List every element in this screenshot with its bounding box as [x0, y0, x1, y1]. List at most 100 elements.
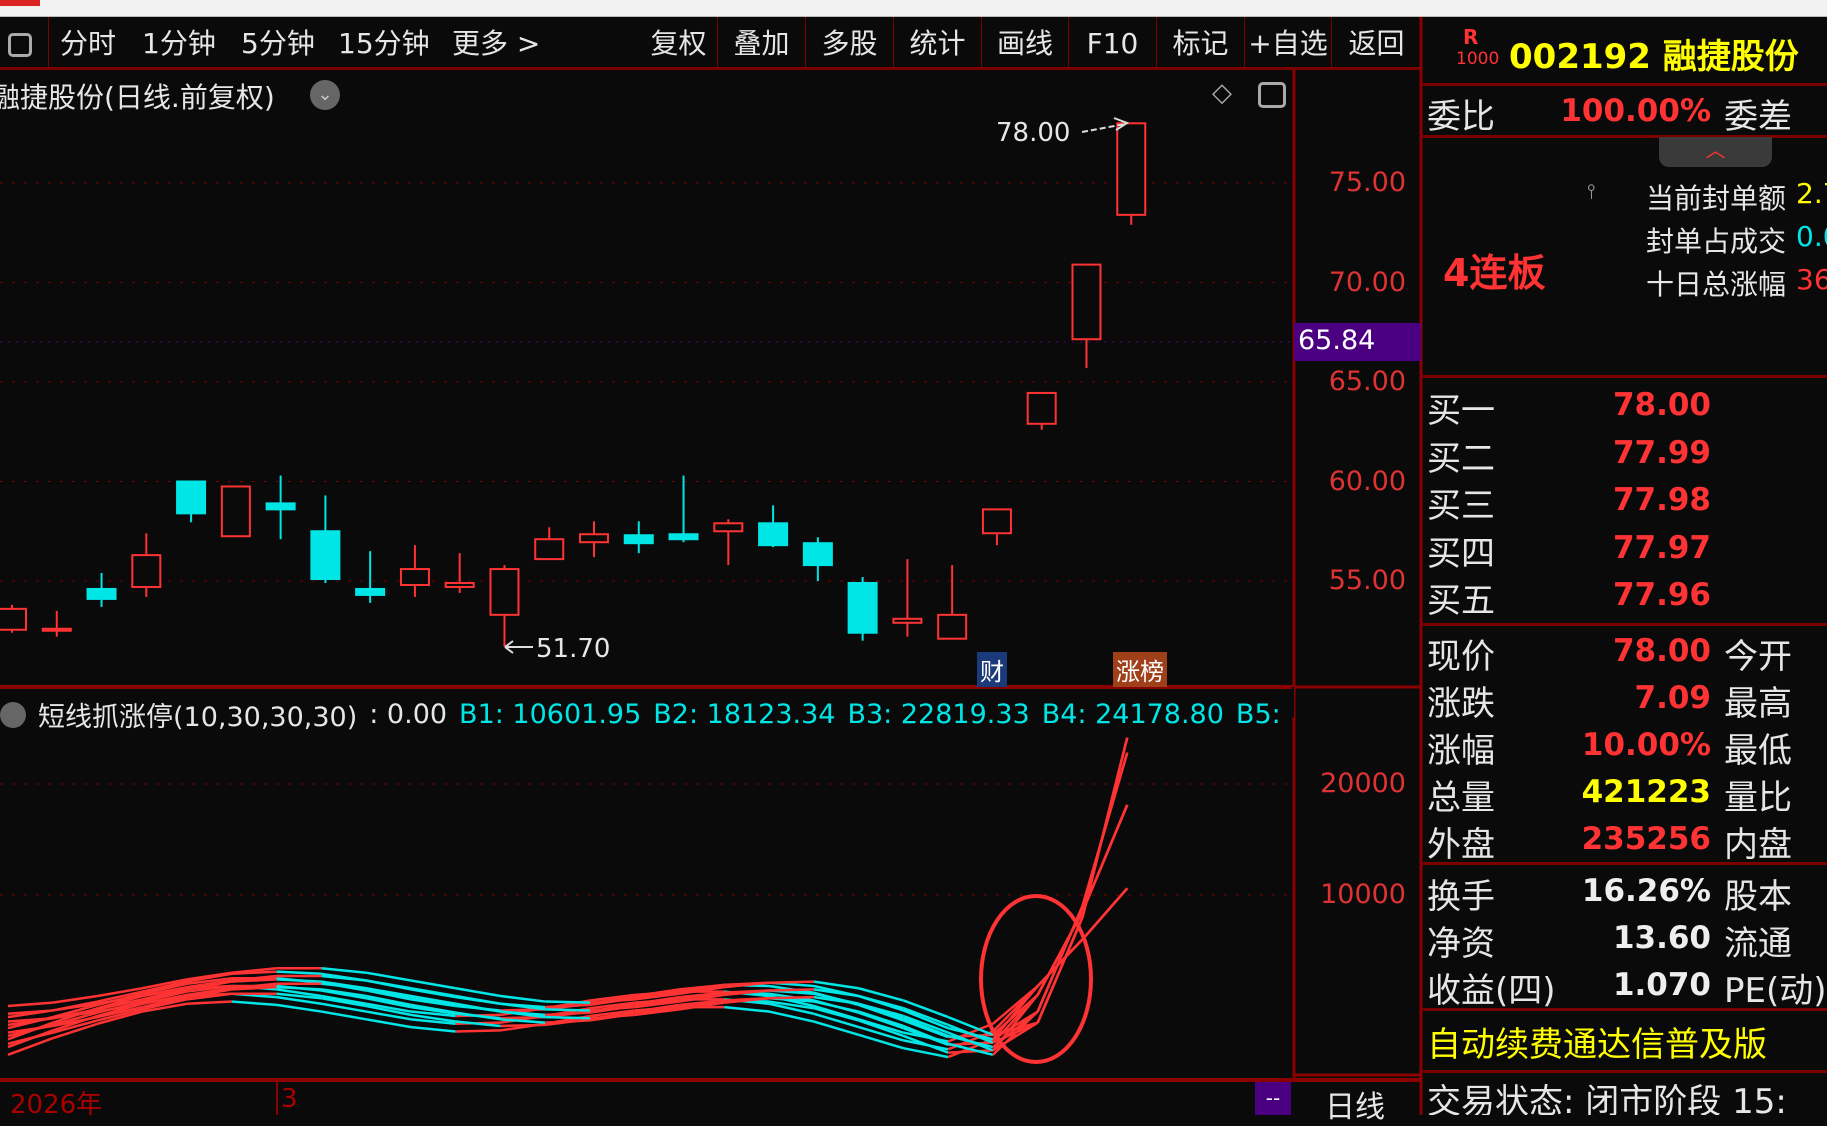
buy-price: 77.99 [1612, 434, 1711, 471]
quote-label-2: 今开 [1724, 637, 1792, 677]
trade-status: 交易状态: 闭市阶段 15: [1427, 1082, 1787, 1115]
indicator-series-B2 [7, 804, 1129, 1054]
indicator-segment [724, 1005, 770, 1013]
indicator-segment [365, 971, 412, 982]
candle [713, 519, 744, 566]
diamond-icon[interactable]: ◇ [1212, 78, 1232, 108]
chart-title: 融捷股份(日线.前复权) [0, 81, 275, 114]
divider [1421, 375, 1827, 378]
ad-text[interactable]: 自动续费通达信普及版 [1427, 1017, 1767, 1066]
finance-badge[interactable]: 财 [977, 652, 1007, 687]
candle [444, 553, 475, 593]
price-tick: 65.00 [1328, 366, 1406, 397]
candle [937, 565, 968, 640]
indicator-segment [858, 1033, 904, 1050]
panel-toggle-icon[interactable] [1258, 82, 1286, 108]
buy-level-label: 买一 [1427, 391, 1495, 431]
candle-body [220, 485, 251, 538]
seal-label: 封单占成交 [1645, 225, 1786, 258]
low-price-label: 51.70 [536, 634, 611, 664]
collapse-button[interactable]: ︿ [1659, 137, 1772, 167]
candle-body [1116, 122, 1147, 216]
price-tick: 60.00 [1328, 465, 1406, 497]
candle-body [489, 568, 520, 616]
quote-value: 421223 [1581, 774, 1711, 810]
candle-body [399, 568, 430, 586]
title-dropdown-icon[interactable]: ⌄ [310, 80, 340, 110]
period-label[interactable]: 日线 [1325, 1082, 1385, 1126]
quote-value: 235256 [1581, 821, 1711, 857]
candle [131, 533, 162, 597]
indicator-header: 短线抓涨停(10,30,30,30) : 0.00 B1: 10601.95 B… [0, 695, 1281, 734]
indicator-segment [276, 978, 322, 983]
candle-body [0, 607, 27, 631]
candle-body [802, 542, 833, 567]
candle [1116, 122, 1147, 225]
indicator-b2: B2: 18123.34 [653, 699, 836, 730]
fund-value: 13.60 [1612, 920, 1711, 956]
candle-body [41, 627, 72, 632]
candle [579, 521, 610, 558]
lianban-label: 4连板 [1443, 251, 1546, 295]
candle [86, 573, 117, 607]
indicator-segment [545, 1003, 591, 1009]
candle-body [758, 522, 789, 547]
quote-label-2: 量比 [1724, 778, 1792, 818]
seal-value: 36 [1796, 263, 1827, 296]
quote-panel: R1000 002192 融捷股份委比 100.00% 委差︿ 4连板 当前封单额 2.7 封… [1421, 17, 1827, 1115]
indicator-segment [321, 967, 367, 974]
indicator-segment [365, 979, 412, 990]
pin-icon: ⫯ [1587, 179, 1596, 203]
indicator-segment [365, 1018, 412, 1029]
divider [1421, 83, 1827, 86]
limit-up-list-badge[interactable]: 涨榜 [1113, 652, 1167, 687]
indicator-segment [545, 1008, 591, 1012]
indicator-segment [321, 1010, 367, 1021]
indicator-segment [455, 1029, 501, 1033]
candle [981, 508, 1012, 546]
indicator-segment [410, 1025, 456, 1033]
candle-body [265, 502, 296, 511]
indicator-segment [7, 1016, 53, 1023]
price-axis: 75.00 70.00 65.00 60.00 55.00 20000 10000 [1294, 0, 1406, 1080]
candles [0, 122, 1147, 647]
seal-label: 十日总涨幅 [1645, 268, 1786, 301]
candle [847, 577, 878, 641]
buy-price: 77.98 [1612, 482, 1711, 518]
quote-label-2: 内盘 [1724, 825, 1792, 865]
indicator-segment [813, 1020, 859, 1037]
indicator-dropdown-icon[interactable] [0, 701, 26, 728]
candle [176, 480, 207, 523]
buy-level-label: 买四 [1427, 533, 1495, 574]
quote-label: 外盘 [1427, 825, 1495, 865]
indicator-segment [410, 987, 456, 998]
candle [668, 475, 699, 543]
indicator-segment [410, 979, 456, 990]
indicator-tick: 20000 [1320, 768, 1406, 799]
low-arrow-icon [504, 640, 533, 654]
quote-value: 10.00% [1581, 727, 1711, 763]
price-tick: 70.00 [1328, 266, 1406, 298]
candle [758, 505, 789, 548]
current-price-label: 65.84 [1298, 325, 1376, 356]
fund-label-2: PE(动) [1724, 971, 1827, 1011]
indicator-segment [455, 994, 501, 1006]
indicator-segment [1081, 737, 1129, 918]
candle [489, 565, 520, 647]
quote-label: 涨跌 [1427, 684, 1495, 724]
candle-body [1026, 391, 1057, 425]
indicator-segment [545, 1015, 591, 1020]
candle [399, 545, 430, 597]
fund-value: 1.070 [1612, 967, 1711, 1003]
rank-number: 1000 [1456, 49, 1500, 69]
indicator-segment [769, 980, 814, 984]
indicator-segment [769, 995, 814, 1000]
high-price-label: 78.00 [996, 118, 1071, 148]
candle-body [981, 508, 1012, 535]
divider [1421, 623, 1827, 626]
indicator-segment [231, 1000, 277, 1007]
period-toggle-button[interactable]: -- [1255, 1082, 1291, 1115]
buy-price: 78.00 [1612, 387, 1711, 423]
indicator-segment [276, 985, 322, 991]
indicator-segment [7, 1037, 54, 1057]
